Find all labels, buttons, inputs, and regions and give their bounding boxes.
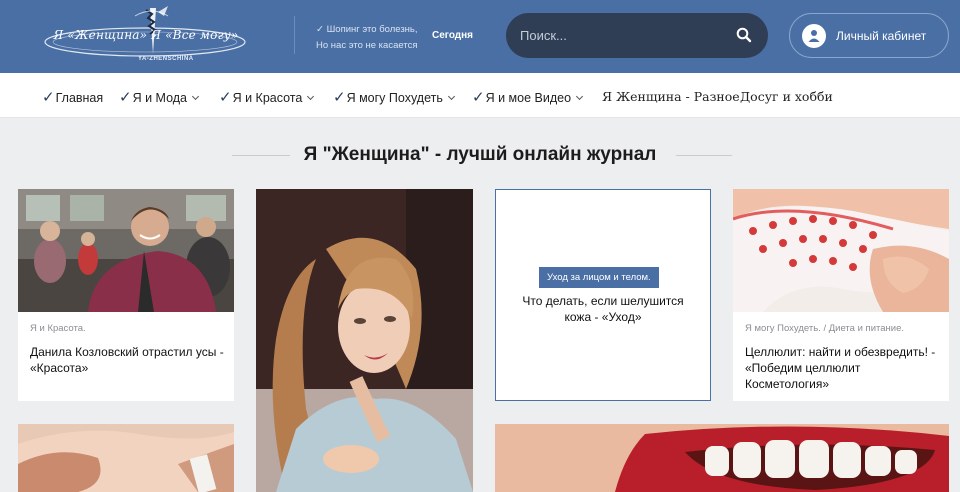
chevron-down-icon [191,92,200,101]
nav-item-label: Я Женщина - Разное [602,89,740,104]
article-title[interactable]: Данила Козловский отрастил усы - «Красот… [30,344,226,376]
article-tag[interactable]: Уход за лицом и телом. [539,267,659,288]
logo-subtext: YA-ZHENSCHINA [138,56,194,62]
account-button[interactable]: Личный кабинет [789,13,949,58]
article-card-3[interactable]: Уход за лицом и телом. Что делать, если … [495,189,711,401]
article-category[interactable]: Я и Красота. [30,323,86,334]
page-title-text: Я "Женщина" - лучшй онлайн журнал [289,144,671,165]
search-icon[interactable] [736,27,752,43]
nav-item-label: Я и Красота [232,91,303,105]
article-category[interactable]: Я могу Похудеть. / Диета и питание. [745,323,904,334]
nav-item-misc[interactable]: Я Женщина - Разное [602,89,740,104]
article-title[interactable]: Что делать, если шелушится кожа - «Уход» [508,293,698,325]
account-label: Личный кабинет [836,29,927,43]
logo-text: Я «Женщина» Я «Все могу» [53,28,239,42]
nav-item-fashion[interactable]: ✓Я и Мода [119,88,200,106]
article-card-6[interactable] [495,424,949,492]
article-card-1[interactable]: Я и Красота. Данила Козловский отрастил … [18,189,234,401]
check-icon: ✓ [333,89,346,106]
user-icon [802,24,826,48]
main-navigation: ✓Главная ✓Я и Мода ✓Я и Красота ✓Я могу … [0,73,960,118]
nav-item-beauty[interactable]: ✓Я и Красота [219,88,315,106]
nav-item-label: Главная [55,91,104,105]
article-image-2[interactable] [256,189,473,492]
article-card-5[interactable] [18,424,234,492]
check-icon: ✓ [119,89,132,106]
nav-item-hobby[interactable]: Досуг и хобби [740,89,833,104]
today-link[interactable]: Сегодня [432,30,473,41]
check-icon: ✓ [472,89,485,106]
search-box [506,13,768,58]
slogan-line-2: Но нас это не касается [316,40,418,51]
article-title[interactable]: Целлюлит: найти и обезвредить! - «Победи… [745,344,941,392]
check-icon: ✓ [219,89,232,106]
slogan-line-1: ✓ Шопинг это болезнь, [316,24,418,35]
nav-item-weight-loss[interactable]: ✓Я могу Похудеть [333,88,455,106]
header-divider [294,16,295,54]
chevron-down-icon [307,92,315,101]
nav-item-label: Я могу Похудеть [346,91,443,105]
article-image-4[interactable] [733,189,949,312]
nav-item-video[interactable]: ✓Я и мое Видео [472,88,584,106]
nav-item-home[interactable]: ✓Главная [42,88,103,106]
chevron-down-icon [575,92,584,101]
article-card-4[interactable]: Я могу Похудеть. / Диета и питание. Целл… [733,189,949,401]
nav-item-label: Я и Мода [132,91,188,105]
header-slogan: ✓ Шопинг это болезнь, Но нас это не каса… [316,22,418,54]
article-image-1[interactable] [18,189,234,312]
nav-item-label: Я и мое Видео [485,91,572,105]
check-icon: ✓ [42,89,55,106]
nav-item-label: Досуг и хобби [740,89,833,104]
site-logo[interactable]: Я «Женщина» Я «Все могу» YA-ZHENSCHINA [40,4,250,70]
article-card-2[interactable] [256,189,473,492]
chevron-down-icon [447,92,455,101]
article-image-5[interactable] [18,424,234,492]
site-header: Я «Женщина» Я «Все могу» YA-ZHENSCHINA ✓… [0,0,960,73]
page-title: Я "Женщина" - лучшй онлайн журнал [0,144,960,166]
search-input[interactable] [520,13,730,58]
article-image-6[interactable] [495,424,949,492]
